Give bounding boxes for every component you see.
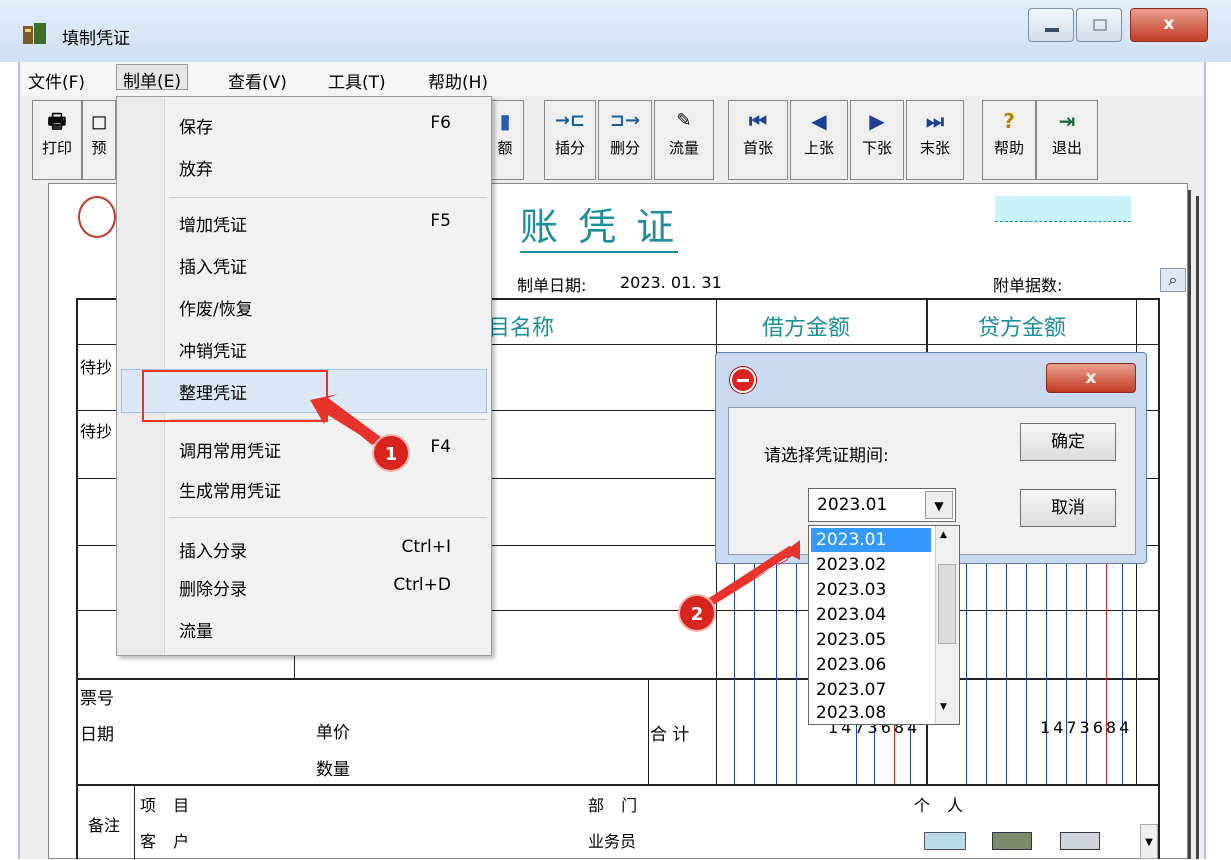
arrow-2-shaft bbox=[701, 545, 795, 610]
step-badge-1: 1 bbox=[372, 434, 410, 472]
arrow-1-shaft bbox=[315, 400, 380, 445]
step-badge-2: 2 bbox=[678, 594, 716, 632]
annotation-arrows bbox=[310, 394, 800, 611]
